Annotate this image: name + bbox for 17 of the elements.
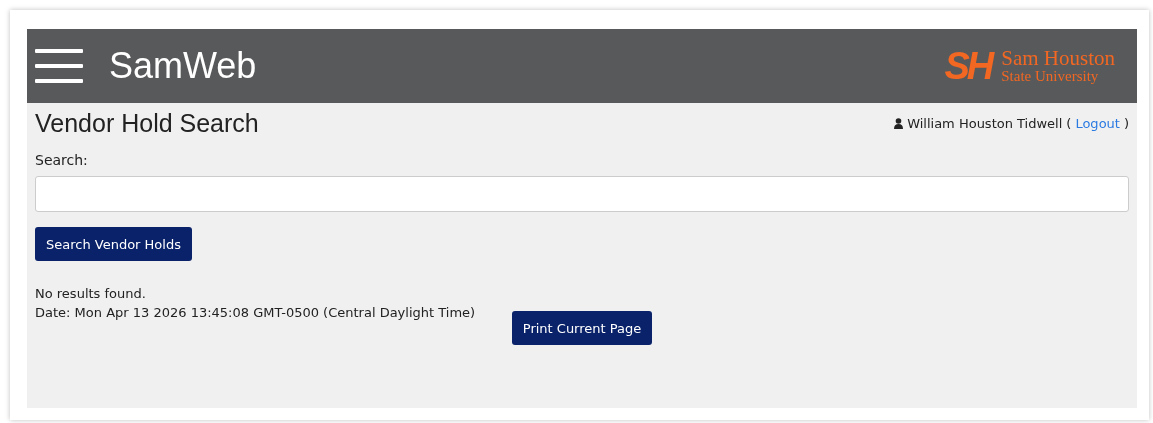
search-label: Search: <box>35 152 89 168</box>
page-heading: Vendor Hold Search <box>35 108 259 138</box>
search-field[interactable] <box>35 176 1129 212</box>
open-parenthesis: ( <box>1066 115 1072 131</box>
logo-mark: SH <box>944 44 992 88</box>
menu-icon[interactable] <box>35 48 83 84</box>
date-text: Date: Mon Apr 13 2026 13:45:08 GMT-0500 (Central Daylight Time) <box>35 305 477 320</box>
user-icon <box>894 117 904 129</box>
university-subtitle: State University <box>1001 69 1100 84</box>
print-button[interactable]: Print Current Page <box>511 311 653 345</box>
search-button[interactable]: Search Vendor Holds <box>35 227 192 261</box>
app-title: SamWeb <box>109 45 257 87</box>
close-parenthesis: ) <box>1123 115 1129 131</box>
user-name: William Houston Tidwell <box>907 115 1063 131</box>
university-name: Sam Houston <box>1001 48 1115 69</box>
results-message: No results found. <box>35 286 147 301</box>
logout-link[interactable]: Logout <box>1075 115 1120 131</box>
